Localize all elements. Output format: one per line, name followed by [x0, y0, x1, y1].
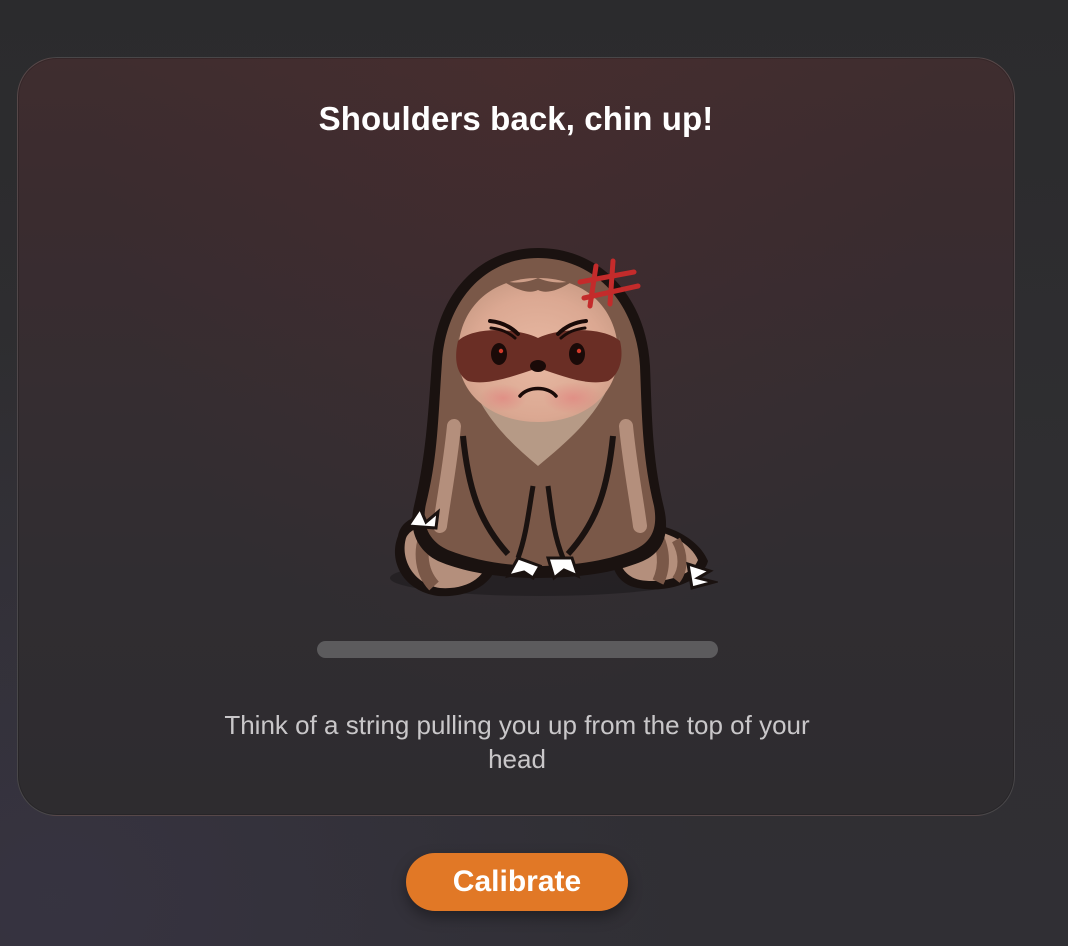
posture-tip-text: Think of a string pulling you up from th… [224, 710, 810, 774]
posture-card: Shoulders back, chin up! Think of a stri… [17, 57, 1015, 816]
page-title: Shoulders back, chin up! [318, 100, 714, 137]
posture-progress-bar [317, 641, 718, 658]
sloth-mascot-illustration [358, 186, 718, 606]
calibrate-button[interactable]: Calibrate [406, 853, 628, 911]
